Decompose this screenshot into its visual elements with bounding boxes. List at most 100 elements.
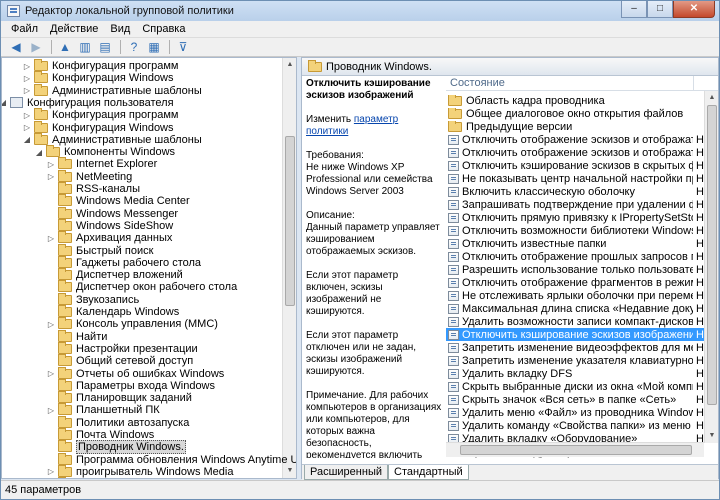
column-header-state[interactable]: Состояние <box>446 76 694 91</box>
menu-file[interactable]: Файл <box>5 23 44 35</box>
expand-arrow-icon[interactable]: ▷ <box>46 369 56 378</box>
expand-arrow-icon[interactable]: ◢ <box>34 148 44 157</box>
expand-arrow-icon[interactable]: ▷ <box>22 123 32 132</box>
tree-item[interactable]: Почта Windows <box>46 428 154 441</box>
up-folder-icon[interactable]: ▲ <box>56 39 74 55</box>
tree-item[interactable]: Диспетчер окон рабочего стола <box>46 280 237 293</box>
expand-arrow-icon[interactable]: ▷ <box>46 406 56 415</box>
tree-item[interactable]: Календарь Windows <box>46 305 179 318</box>
list-item[interactable]: Запретить изменение указателя клавиатурн… <box>446 354 704 367</box>
tree-item[interactable]: ▷ Планшетный ПК <box>46 403 160 416</box>
expand-arrow-icon[interactable]: ▷ <box>46 320 56 329</box>
scroll-up-icon[interactable]: ▲ <box>283 58 296 72</box>
tree-item[interactable]: Проводник Windows. <box>46 440 186 455</box>
tree-item[interactable]: ▷ Конфигурация программ <box>22 59 178 72</box>
tree-item[interactable]: ▷ Консоль управления (MMC) <box>46 317 218 330</box>
tree-item[interactable]: ▷ Архивация данных <box>46 231 172 244</box>
list-item[interactable]: Запретить изменение видеоэффектов для ме… <box>446 341 704 354</box>
menu-action[interactable]: Действие <box>44 23 104 35</box>
tree-item[interactable]: ▷ Отчеты об ошибках Windows <box>46 366 224 380</box>
scroll-down-icon[interactable]: ▼ <box>705 429 718 443</box>
navigation-tree[interactable]: ▲ ▼ ▷ Конфигурация программ ▷ Конфигурация … <box>1 57 297 479</box>
expand-arrow-icon[interactable]: ▷ <box>46 234 56 243</box>
tree-item[interactable]: ◢ Конфигурация пользователя <box>2 97 174 109</box>
tree-item[interactable]: Диспетчер вложений <box>46 268 183 281</box>
tree-item[interactable]: RSS-каналы <box>46 182 140 195</box>
list-item[interactable]: Отключить отображение эскизов и отобража… <box>446 146 704 159</box>
minimize-button[interactable]: – <box>621 1 647 18</box>
tree-item[interactable]: Гаджеты рабочего стола <box>46 255 201 269</box>
tree-item[interactable]: Политики автозапуска <box>46 415 189 429</box>
tree-item[interactable]: ▷ проигрыватель Windows Media <box>46 464 233 478</box>
close-button[interactable]: ✕ <box>673 1 715 18</box>
tree-item[interactable]: Звукозапись <box>46 292 139 306</box>
scroll-thumb[interactable] <box>285 136 295 306</box>
list-item[interactable]: Отключить возможности библиотеки Windows… <box>446 224 704 237</box>
list-item[interactable]: Не отслеживать ярлыки оболочки при перем… <box>446 289 704 302</box>
tree-item[interactable]: Программа обновления Windows Anytime Upg… <box>46 452 296 466</box>
list-item[interactable]: Разрешить использование только пользоват… <box>446 263 704 276</box>
menu-view[interactable]: Вид <box>104 23 136 35</box>
list-item[interactable]: Удалить команду «Свойства папки» из меню… <box>446 419 704 432</box>
list-item[interactable]: Отключить отображение прошлых запросов п… <box>446 250 704 263</box>
list-item[interactable]: Удалить вкладку DFS Н <box>446 367 704 380</box>
maximize-button[interactable]: □ <box>647 1 673 18</box>
tree-item[interactable]: ▷ Конфигурация Windows <box>22 120 174 134</box>
help-icon[interactable]: ? <box>125 39 143 55</box>
list-item[interactable]: Область кадра проводника <box>446 94 704 107</box>
list-item[interactable]: Отключить отображение фрагментов в режим… <box>446 276 704 289</box>
expand-arrow-icon[interactable]: ▷ <box>22 62 32 71</box>
list-item[interactable]: Запрашивать подтверждение при удалении ф… <box>446 198 704 211</box>
expand-arrow-icon[interactable]: ◢ <box>22 135 32 144</box>
tree-item[interactable]: Настройки презентации <box>46 341 198 355</box>
list-item[interactable]: Общее диалоговое окно открытия файлов <box>446 107 704 120</box>
scroll-down-icon[interactable]: ▼ <box>283 464 296 478</box>
tree-item[interactable]: Windows SideShow <box>46 218 173 232</box>
list-hscrollbar[interactable] <box>446 442 704 457</box>
tree-item[interactable]: ▷ Конфигурация Windows <box>22 71 174 84</box>
tree-item[interactable]: Общий сетевой доступ <box>46 354 193 367</box>
tree-scrollbar[interactable]: ▲ ▼ <box>282 58 296 478</box>
scroll-up-icon[interactable]: ▲ <box>705 91 718 105</box>
tree-item[interactable]: ▷ NetMeeting <box>46 169 132 183</box>
tree-item[interactable]: ▷ Конфигурация программ <box>22 108 178 121</box>
expand-arrow-icon[interactable]: ▷ <box>46 172 56 181</box>
list-item[interactable]: Скрыть выбранные диски из окна «Мой комп… <box>446 380 704 393</box>
list-item[interactable]: Отключить кэширование эскизов изображени… <box>446 328 704 341</box>
expand-arrow-icon[interactable]: ▷ <box>46 467 56 476</box>
list-item[interactable]: Включить классическую оболочку Н <box>446 185 704 198</box>
export-list-icon[interactable]: ▤ <box>96 39 114 55</box>
scroll-thumb[interactable] <box>707 105 717 405</box>
expand-arrow-icon[interactable]: ◢ <box>2 98 8 107</box>
expand-arrow-icon[interactable]: ▷ <box>22 86 32 95</box>
expand-arrow-icon[interactable]: ▷ <box>22 74 32 83</box>
tab-standard[interactable]: Стандартный <box>388 465 469 480</box>
tree-item[interactable]: ▷ Internet Explorer <box>46 157 157 170</box>
list-item[interactable]: Предыдущие версии <box>446 120 704 133</box>
tree-item[interactable]: Распределения и записи <box>58 477 66 478</box>
show-hide-tree-icon[interactable]: ▥ <box>76 39 94 55</box>
menu-help[interactable]: Справка <box>136 23 191 35</box>
back-arrow-icon[interactable]: ◀ <box>7 39 25 55</box>
properties-icon[interactable]: ▦ <box>145 39 163 55</box>
list-scrollbar[interactable]: ▲ ▼ <box>704 91 718 443</box>
expand-arrow-icon[interactable]: ▷ <box>22 111 32 120</box>
tree-item[interactable]: ▷ Административные шаблоны <box>22 83 202 97</box>
tree-item[interactable]: ◢ Компоненты Windows <box>34 145 175 158</box>
list-item[interactable]: Отключить прямую привязку к IPropertySet… <box>446 211 704 224</box>
tree-item[interactable]: Параметры входа Windows <box>46 378 215 392</box>
list-item[interactable]: Не показывать центр начальной настройки … <box>446 172 704 185</box>
tree-item[interactable]: ◢ Административные шаблоны <box>22 132 202 146</box>
list-item[interactable]: Отключить кэширование эскизов в скрытых … <box>446 159 704 172</box>
expand-arrow-icon[interactable]: ▷ <box>46 160 56 169</box>
list-item[interactable]: Максимальная длина списка «Недавние доку… <box>446 302 704 315</box>
tree-item[interactable]: Быстрый поиск <box>46 243 153 257</box>
list-item[interactable]: Удалить меню «Файл» из проводника Window… <box>446 406 704 419</box>
forward-arrow-icon[interactable]: ▶ <box>27 39 45 55</box>
list-item[interactable]: Отключить известные папки Н <box>446 237 704 250</box>
filter-icon[interactable]: ⊽ <box>174 39 192 55</box>
list-item[interactable]: Скрыть значок «Вся сеть» в папке «Сеть» Н <box>446 393 704 406</box>
tree-item[interactable]: Windows Media Center <box>46 194 190 207</box>
tree-item[interactable]: Планировщик заданий <box>46 391 192 404</box>
tab-extended[interactable]: Расширенный <box>304 465 388 480</box>
